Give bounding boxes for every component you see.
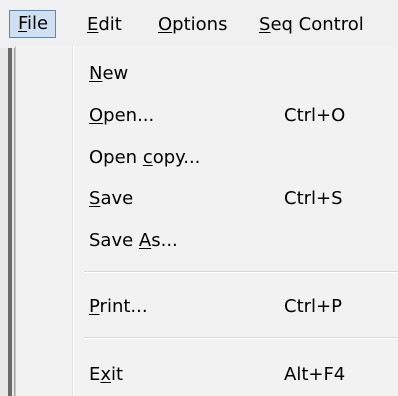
menu-file-access-key: F bbox=[18, 13, 28, 34]
menu-separator bbox=[84, 337, 398, 339]
menu-item-open-label: Open... bbox=[89, 105, 155, 126]
menu-file[interactable]: File bbox=[9, 10, 57, 38]
menu-options-text-rest: ptions bbox=[172, 14, 228, 35]
menu-item-exit-shortcut: Alt+F4 bbox=[284, 364, 346, 385]
access-key: c bbox=[142, 147, 153, 168]
access-key: S bbox=[89, 188, 101, 209]
access-key: P bbox=[89, 296, 100, 317]
menu-seq-control[interactable]: Seq Control bbox=[259, 12, 364, 38]
menu-item-open-copy-label: Open copy... bbox=[89, 147, 201, 168]
access-key: O bbox=[89, 105, 104, 126]
menu-item-exit-label: Exit bbox=[89, 364, 124, 385]
menu-item-save-as[interactable]: Save As... bbox=[16, 222, 398, 260]
menu-item-new[interactable]: New bbox=[16, 55, 398, 93]
menu-item-save-as-label: Save As... bbox=[89, 230, 178, 251]
menu-item-save-label: Save bbox=[89, 188, 134, 209]
menu-item-open-copy[interactable]: Open copy... bbox=[16, 139, 398, 177]
window-border bbox=[8, 48, 12, 396]
access-key: x bbox=[100, 364, 112, 385]
menu-options-access-key: O bbox=[158, 14, 173, 35]
access-key: N bbox=[89, 63, 103, 84]
file-dropdown-menu: New Open... Ctrl+O Open copy... Save Ctr… bbox=[15, 46, 398, 396]
menu-item-exit[interactable]: Exit Alt+F4 bbox=[16, 356, 398, 394]
menu-item-print-shortcut: Ctrl+P bbox=[284, 296, 342, 317]
access-key: A bbox=[138, 230, 152, 251]
window-left-edge bbox=[0, 48, 15, 396]
menu-options[interactable]: Options bbox=[158, 12, 227, 38]
menu-item-save-shortcut: Ctrl+S bbox=[284, 188, 343, 209]
menu-item-print-label: Print... bbox=[89, 296, 148, 317]
menu-item-open[interactable]: Open... Ctrl+O bbox=[16, 97, 398, 135]
menu-separator bbox=[84, 271, 398, 273]
menu-edit[interactable]: Edit bbox=[87, 12, 122, 38]
menu-edit-text-rest: dit bbox=[98, 14, 122, 35]
menu-item-new-label: New bbox=[89, 63, 129, 84]
menu-file-text-rest: ile bbox=[27, 13, 49, 34]
menu-edit-access-key: E bbox=[87, 14, 99, 35]
menu-item-open-shortcut: Ctrl+O bbox=[284, 105, 346, 126]
menu-item-print[interactable]: Print... Ctrl+P bbox=[16, 288, 398, 326]
menu-item-save[interactable]: Save Ctrl+S bbox=[16, 180, 398, 218]
menu-seq-access-key: S bbox=[259, 14, 271, 35]
menu-seq-text-rest: eq Control bbox=[270, 14, 364, 35]
menu-bar: File Edit Options Seq Control bbox=[0, 0, 398, 48]
